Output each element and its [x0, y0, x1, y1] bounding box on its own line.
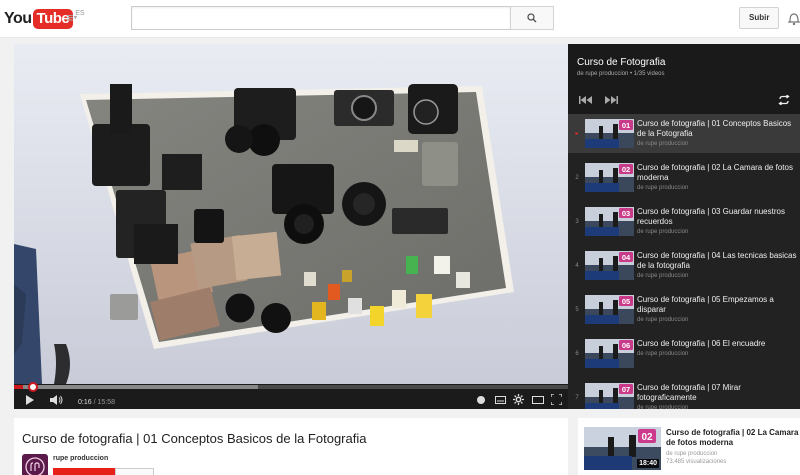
related-video-duration: 18:40	[637, 459, 659, 468]
playlist-item-title: Curso de fotografia | 01 Conceptos Basic…	[637, 119, 792, 138]
playlist-item-channel: de rupe produccion	[637, 229, 689, 235]
playlist-item-thumbnail: 01	[585, 119, 634, 148]
masthead: You Tube ES ≡▾ Subir	[0, 0, 800, 38]
playlist-item-channel: de rupe produccion	[637, 351, 689, 357]
playlist-item-title: Curso de fotografia | 04 Las tecnicas ba…	[637, 251, 797, 270]
related-video-views: 73.485 visualizaciones	[666, 459, 727, 465]
playlist-item-thumbnail: 03	[585, 207, 634, 236]
previous-video-icon[interactable]	[579, 96, 593, 104]
progress-buffered	[14, 385, 258, 389]
playlist-item-thumbnail: 07	[585, 383, 634, 409]
channel-logo-icon	[25, 457, 45, 475]
playlist-item-badge: 05	[622, 297, 630, 306]
search-button[interactable]	[510, 6, 554, 30]
chevron-down-icon: ▾	[73, 14, 78, 22]
playlist-item-badge: 01	[622, 121, 630, 130]
volume-icon[interactable]	[50, 395, 64, 405]
subscriber-count-box	[115, 468, 154, 475]
related-videos-panel: 02 18:40 Curso de fotografia | 02 La Cam…	[578, 418, 800, 475]
playlist-item-badge: 04	[622, 253, 631, 262]
gear-icon[interactable]	[513, 394, 524, 405]
playlist-item-title: Curso de fotografia | 05 Empezamos a dis…	[637, 295, 774, 314]
upload-button[interactable]: Subir	[739, 7, 780, 29]
playlist-item-thumbnail: 06	[585, 339, 634, 368]
notifications-bell-icon[interactable]	[788, 10, 800, 26]
related-video-title[interactable]: Curso de fotografia | 02 La Camara de fo…	[666, 428, 800, 448]
playlist-item-channel: de rupe produccion	[637, 317, 689, 323]
playlist-item[interactable]: 3 03 Curso de fotografia | 03 Guardar nues…	[568, 202, 800, 241]
playlist-item-index: 4	[575, 262, 579, 269]
playlist-item-thumbnail: 02	[585, 163, 634, 192]
video-player[interactable]: 0:16 / 15:58	[14, 44, 568, 409]
playlist-header: Curso de Fotografia de rupe produccion •…	[568, 44, 800, 114]
playlist-item[interactable]: 4 04 Curso de fotografia | 04 Las tecnicas…	[568, 246, 800, 285]
search-input[interactable]	[131, 6, 510, 30]
playlist-item-title: Curso de fotografia | 03 Guardar nuestro…	[637, 207, 785, 226]
guide-menu-button[interactable]: ≡▾	[66, 10, 77, 27]
fullscreen-icon[interactable]	[551, 394, 562, 405]
playlist-item-badge: 07	[622, 385, 630, 394]
playlist-item[interactable]: 5 05 Curso de fotografia | 05 Empezamos a …	[568, 290, 800, 329]
logo-you-text: You	[4, 10, 32, 27]
video-frame[interactable]	[14, 44, 568, 384]
playlist-item-index: 7	[575, 394, 579, 401]
playlist-item[interactable]: ▸ 01 Curso de fotografia | 01 Conceptos Ba…	[568, 114, 800, 153]
related-video-thumbnail[interactable]: 02 18:40	[584, 427, 661, 470]
current-time: 0:16	[78, 399, 92, 406]
playlist-item-channel: de rupe produccion	[637, 405, 689, 409]
playlist-item-channel: de rupe produccion	[637, 273, 689, 279]
video-info-panel: Curso de fotografia | 01 Conceptos Basic…	[14, 418, 568, 475]
subscribe-button[interactable]	[53, 468, 115, 475]
video-duration: 15:58	[97, 399, 115, 406]
annotations-icon[interactable]	[476, 395, 486, 405]
playlist-item-title: Curso de fotografia | 07 Mirar fotografi…	[637, 383, 741, 402]
loop-playlist-icon[interactable]	[778, 95, 790, 105]
next-video-icon[interactable]	[604, 96, 618, 104]
playlist-item-index: 2	[575, 174, 579, 181]
playlist-item-channel: de rupe produccion	[637, 141, 689, 147]
playlist-subtitle: de rupe produccion • 1/35 videos	[577, 71, 665, 77]
hamburger-icon: ≡	[66, 10, 74, 25]
related-video-channel: de rupe produccion	[666, 451, 718, 457]
playlist-item-index: 3	[575, 218, 579, 225]
progress-bar[interactable]	[14, 385, 568, 389]
playlist-item-index: 6	[575, 350, 579, 357]
playlist-panel: Curso de Fotografia de rupe produccion •…	[568, 44, 800, 409]
svg-text:02: 02	[641, 432, 653, 443]
playlist-item-title: Curso de fotografia | 06 El encuadre	[637, 339, 766, 348]
playlist-item-index: 5	[575, 306, 579, 313]
playlist-item[interactable]: 6 06 Curso de fotografia | 06 El encuadre d…	[568, 334, 800, 373]
playlist-item-title: Curso de fotografia | 02 La Camara de fo…	[637, 163, 793, 182]
time-display: 0:16 / 15:58	[78, 395, 115, 409]
playlist-item-thumbnail: 04	[585, 251, 634, 280]
playlist-item[interactable]: 7 07 Curso de fotografia | 07 Mirar fotogr…	[568, 378, 800, 409]
channel-name-link[interactable]: rupe produccion	[53, 455, 108, 462]
progress-played	[14, 385, 24, 389]
video-title: Curso de fotografia | 01 Conceptos Basic…	[22, 431, 367, 446]
play-icon[interactable]	[25, 395, 35, 405]
playlist-item-channel: de rupe produccion	[637, 185, 689, 191]
playlist-title[interactable]: Curso de Fotografia	[577, 57, 665, 68]
playlist-item-badge: 06	[622, 341, 630, 350]
playlist-item-badge: 02	[622, 165, 630, 174]
playlist-item[interactable]: 2 02 Curso de fotografia | 02 La Camara de…	[568, 158, 800, 197]
theater-mode-icon[interactable]	[532, 396, 544, 404]
playlist-item-badge: 03	[622, 209, 630, 218]
subtitles-icon[interactable]	[495, 396, 506, 404]
search-icon	[527, 13, 537, 23]
channel-avatar[interactable]	[22, 454, 48, 475]
playlist-item-thumbnail: 05	[585, 295, 634, 324]
playlist-item-index: ▸	[575, 131, 579, 137]
